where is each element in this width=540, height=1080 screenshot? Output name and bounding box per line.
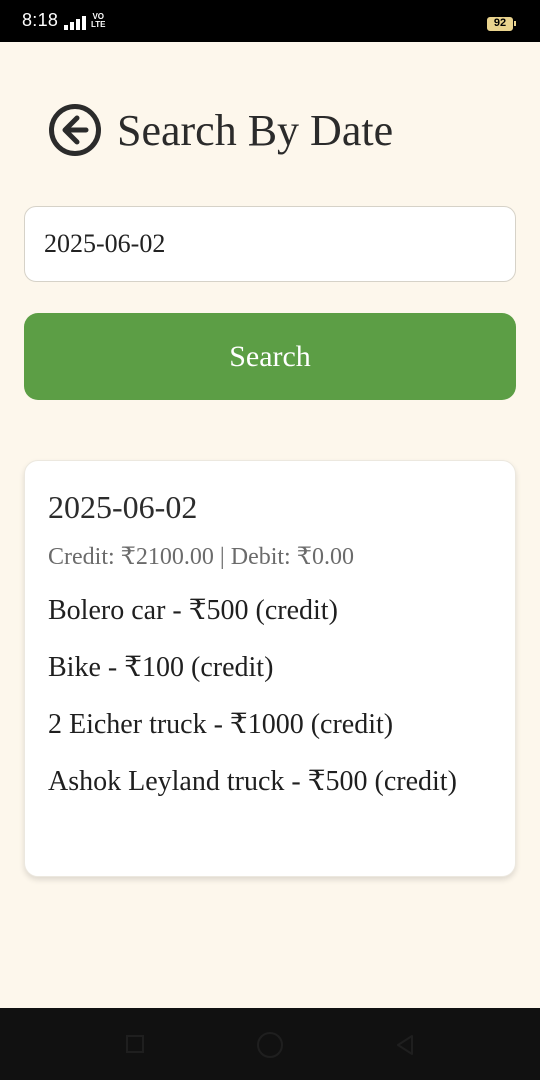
transaction-item: Ashok Leyland truck - ₹500 (credit) [48,766,457,797]
recent-apps-icon[interactable] [126,1035,144,1053]
back-icon[interactable] [395,1034,415,1056]
transaction-item: Bolero car - ₹500 (credit) [48,595,338,626]
page-title: Search By Date [117,105,394,155]
transaction-item: 2 Eicher truck - ₹1000 (credit) [48,709,394,740]
status-time: 8:18 [22,10,59,30]
volte-icon: VO LTE [91,13,106,29]
search-button[interactable]: Search [24,313,516,400]
home-icon[interactable] [257,1032,283,1058]
date-input[interactable] [24,206,516,282]
page-header: Search By Date [48,100,393,160]
result-card: 2025-06-02 Credit: ₹2100.00 | Debit: ₹0.… [24,460,516,877]
arrow-left-circle-icon[interactable] [48,103,102,157]
battery-icon: 92 [487,17,516,31]
result-summary: Credit: ₹2100.00 | Debit: ₹0.00 [48,544,354,570]
result-date: 2025-06-02 [48,489,198,525]
navigation-bar [0,1008,540,1080]
volte-label-bottom: LTE [91,20,106,29]
status-bar: 8:18 VO LTE 92 [0,0,540,42]
transaction-item: Bike - ₹100 (credit) [48,652,274,683]
signal-strength-icon [64,14,88,30]
